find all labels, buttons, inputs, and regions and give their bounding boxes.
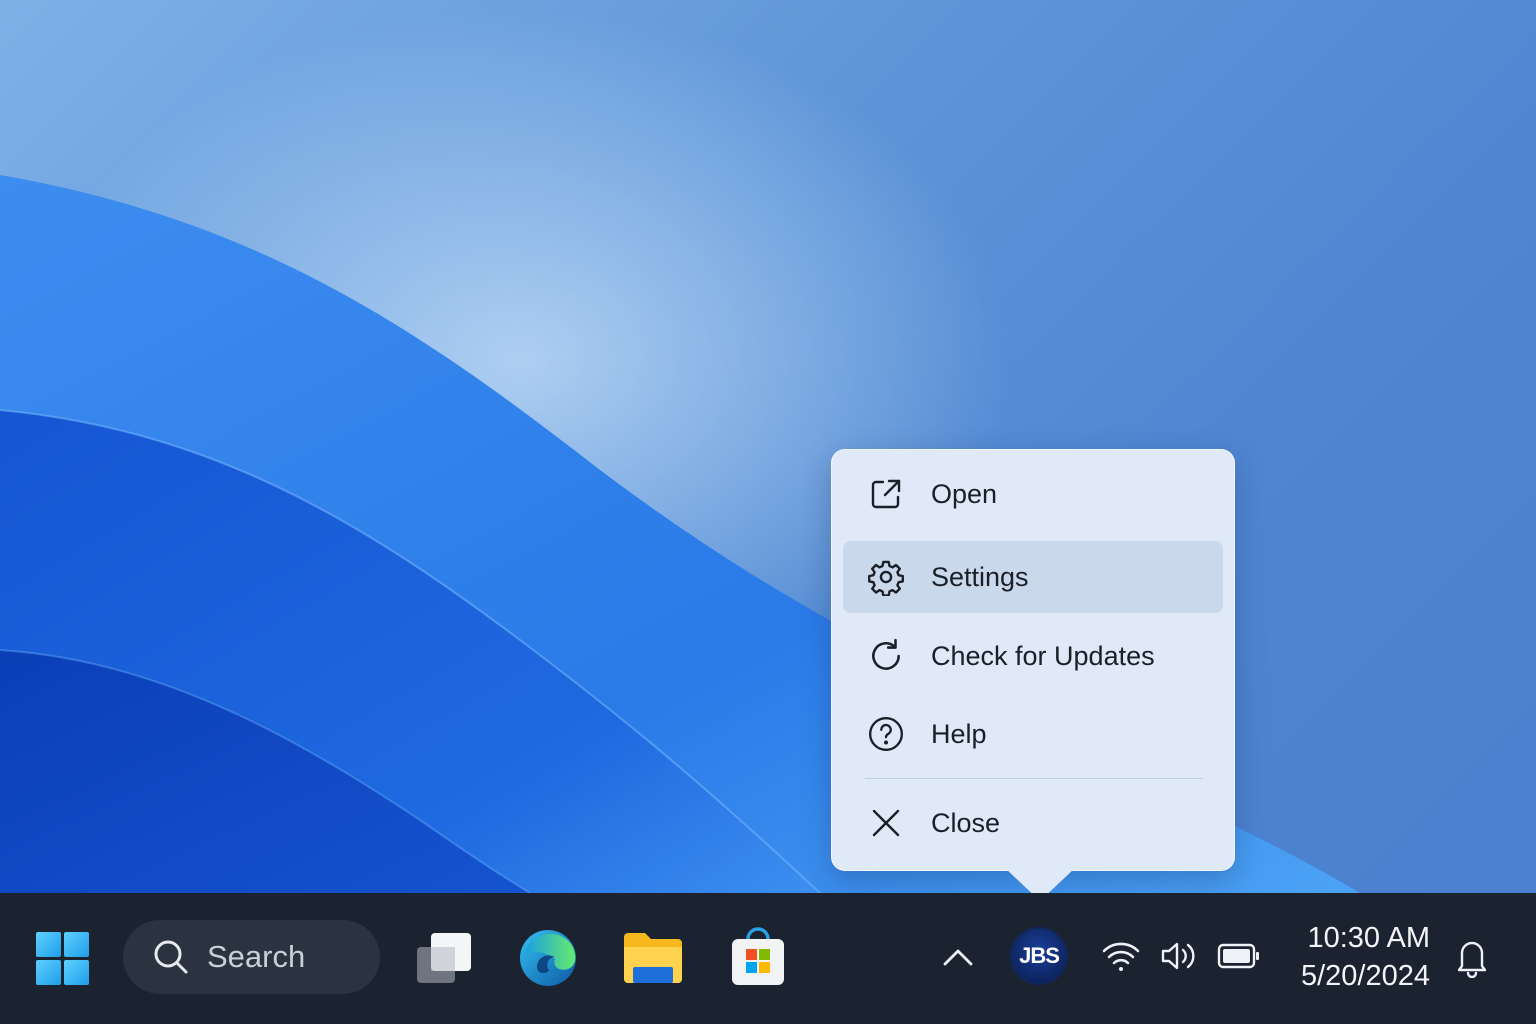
menu-item-check-for-updates[interactable]: Check for Updates — [843, 620, 1223, 692]
open-external-icon — [866, 474, 906, 514]
notifications-button[interactable] — [1450, 933, 1494, 981]
start-button[interactable] — [30, 926, 94, 990]
task-view-button[interactable] — [410, 927, 476, 989]
menu-item-label: Open — [931, 478, 998, 509]
notification-bell-icon — [1457, 941, 1487, 978]
file-explorer-button[interactable] — [620, 927, 686, 989]
wallpaper-waves — [0, 175, 1360, 893]
refresh-icon — [866, 636, 906, 676]
search-label: Search — [207, 939, 306, 974]
volume-button[interactable] — [1155, 933, 1201, 979]
volume-icon — [1161, 942, 1195, 970]
menu-item-label: Settings — [931, 561, 1029, 592]
task-view-icon — [417, 933, 471, 983]
search-icon — [154, 940, 188, 974]
menu-item-settings[interactable]: Settings — [843, 541, 1223, 613]
chevron-up-icon — [943, 949, 973, 966]
clock-time: 10:30 AM — [1307, 922, 1430, 954]
file-explorer-icon — [624, 933, 682, 983]
tray-context-menu: Open Settings Check for Updates Help Clo… — [831, 449, 1235, 871]
edge-button[interactable] — [515, 925, 581, 991]
jbs-badge-label: JBS — [1019, 943, 1060, 968]
menu-item-open[interactable]: Open — [843, 458, 1223, 530]
menu-item-label: Close — [931, 807, 1001, 838]
start-icon — [36, 932, 89, 985]
clock-date: 5/20/2024 — [1300, 960, 1430, 992]
store-icon — [732, 927, 784, 985]
jbs-tray-app-icon[interactable]: JBS — [1012, 929, 1066, 983]
battery-icon — [1217, 943, 1259, 969]
taskbar: Search JBS 10:30 AM 5/20/2024 — [0, 893, 1536, 1024]
close-icon — [866, 803, 906, 843]
help-circle-icon — [866, 714, 906, 754]
search-box[interactable]: Search — [123, 920, 380, 994]
show-hidden-icons-button[interactable] — [936, 937, 980, 977]
desktop-wallpaper — [0, 0, 1536, 893]
clock[interactable]: 10:30 AM 5/20/2024 — [1280, 919, 1430, 995]
battery-button[interactable] — [1214, 935, 1264, 977]
menu-item-help[interactable]: Help — [843, 698, 1223, 770]
edge-icon — [520, 930, 576, 986]
menu-item-label: Check for Updates — [931, 640, 1155, 671]
store-button[interactable] — [726, 925, 790, 991]
gear-icon — [866, 557, 906, 597]
menu-item-close[interactable]: Close — [843, 787, 1223, 859]
menu-separator — [865, 778, 1203, 779]
wifi-icon — [1102, 942, 1140, 971]
wifi-button[interactable] — [1098, 933, 1144, 979]
menu-item-label: Help — [931, 718, 987, 749]
